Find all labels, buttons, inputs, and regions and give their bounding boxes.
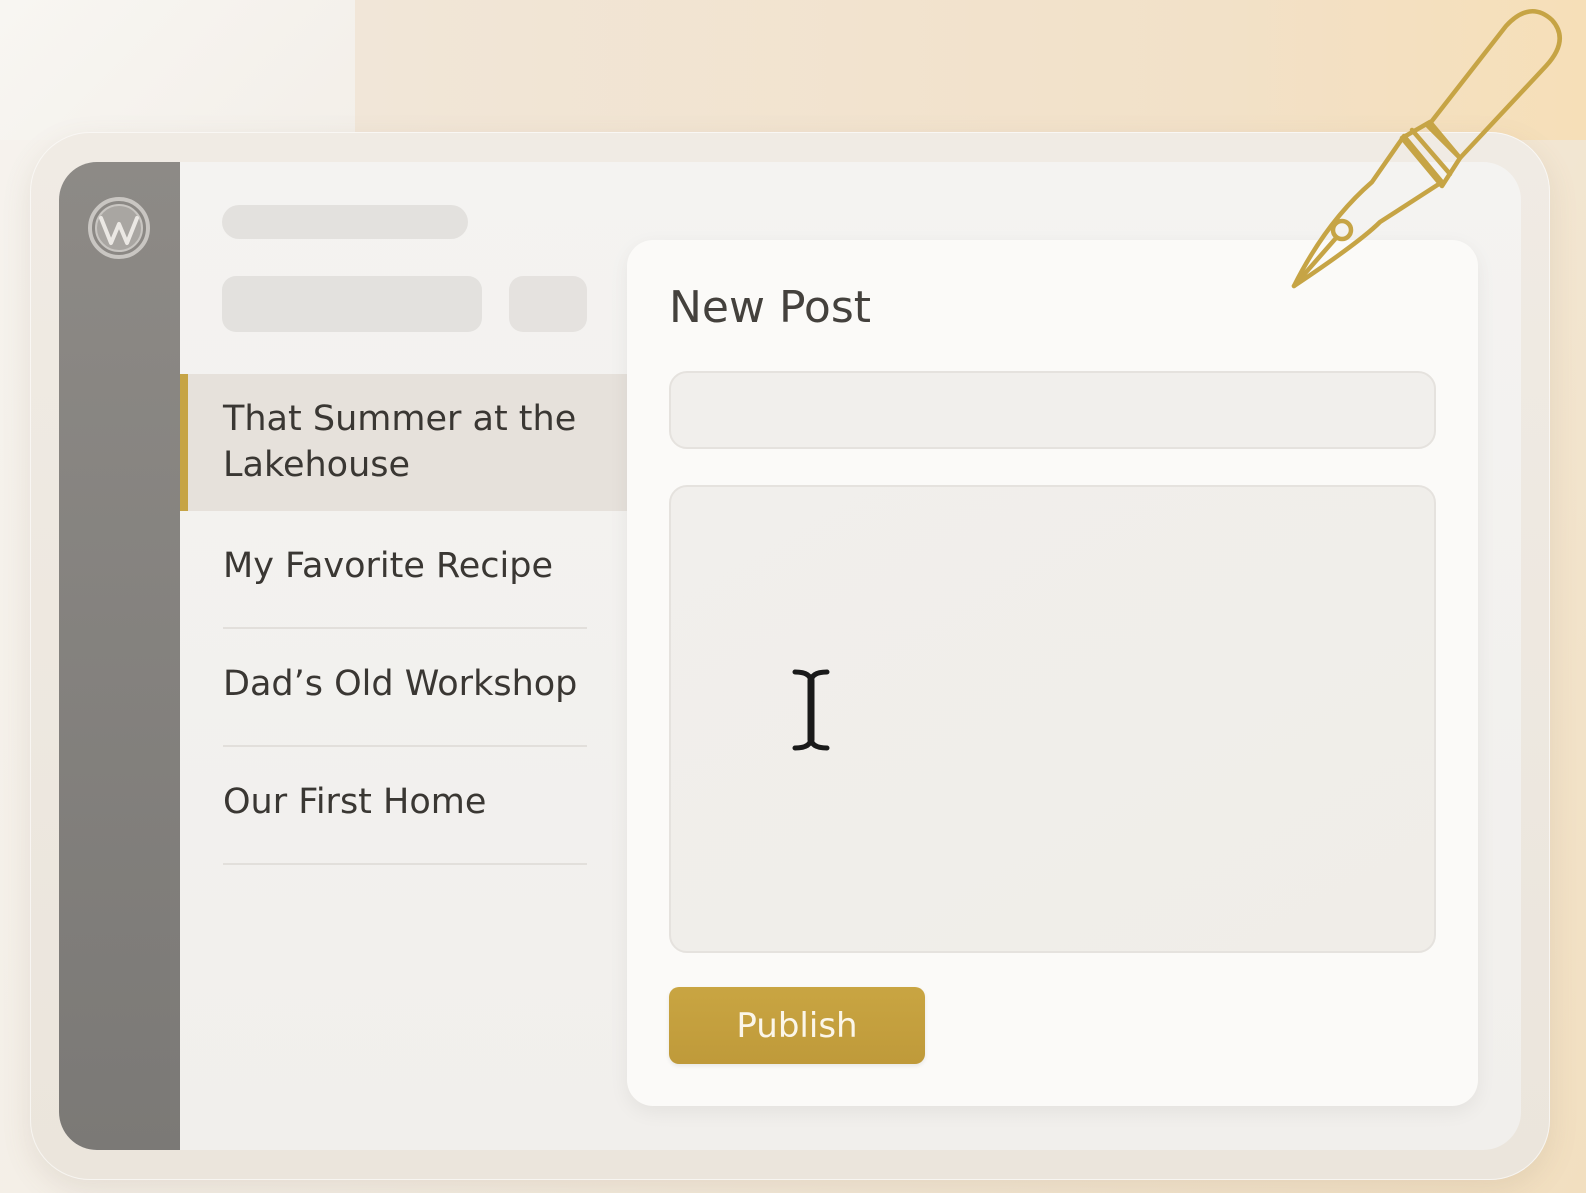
- background-panel-left: [0, 0, 355, 140]
- post-body-textarea[interactable]: [669, 485, 1436, 953]
- app-screen: That Summer at the Lakehouse My Favorite…: [59, 162, 1521, 1150]
- post-title: My Favorite Recipe: [223, 546, 554, 586]
- placeholder-bar-heading: [222, 205, 468, 239]
- editor-heading: New Post: [669, 282, 872, 333]
- post-title-line: That Summer at the: [223, 399, 577, 439]
- post-title-line: Lakehouse: [223, 445, 411, 485]
- post-list-item-active[interactable]: That Summer at the Lakehouse: [180, 374, 627, 511]
- post-title-input[interactable]: [669, 371, 1436, 449]
- post-title: Our First Home: [223, 782, 487, 822]
- admin-sidebar: [59, 162, 180, 1150]
- wordpress-logo-icon[interactable]: [87, 196, 151, 260]
- post-list: That Summer at the Lakehouse My Favorite…: [180, 374, 627, 865]
- post-list-item[interactable]: Our First Home: [180, 747, 627, 865]
- post-list-item[interactable]: Dad’s Old Workshop: [180, 629, 627, 747]
- post-list-item[interactable]: My Favorite Recipe: [180, 511, 627, 629]
- new-post-editor: New Post Publish: [627, 240, 1478, 1106]
- publish-button[interactable]: Publish: [669, 987, 925, 1064]
- placeholder-small-button: [509, 276, 587, 332]
- placeholder-search-field: [222, 276, 482, 332]
- fountain-pen-icon: [1291, 9, 1562, 289]
- post-title: Dad’s Old Workshop: [223, 664, 578, 704]
